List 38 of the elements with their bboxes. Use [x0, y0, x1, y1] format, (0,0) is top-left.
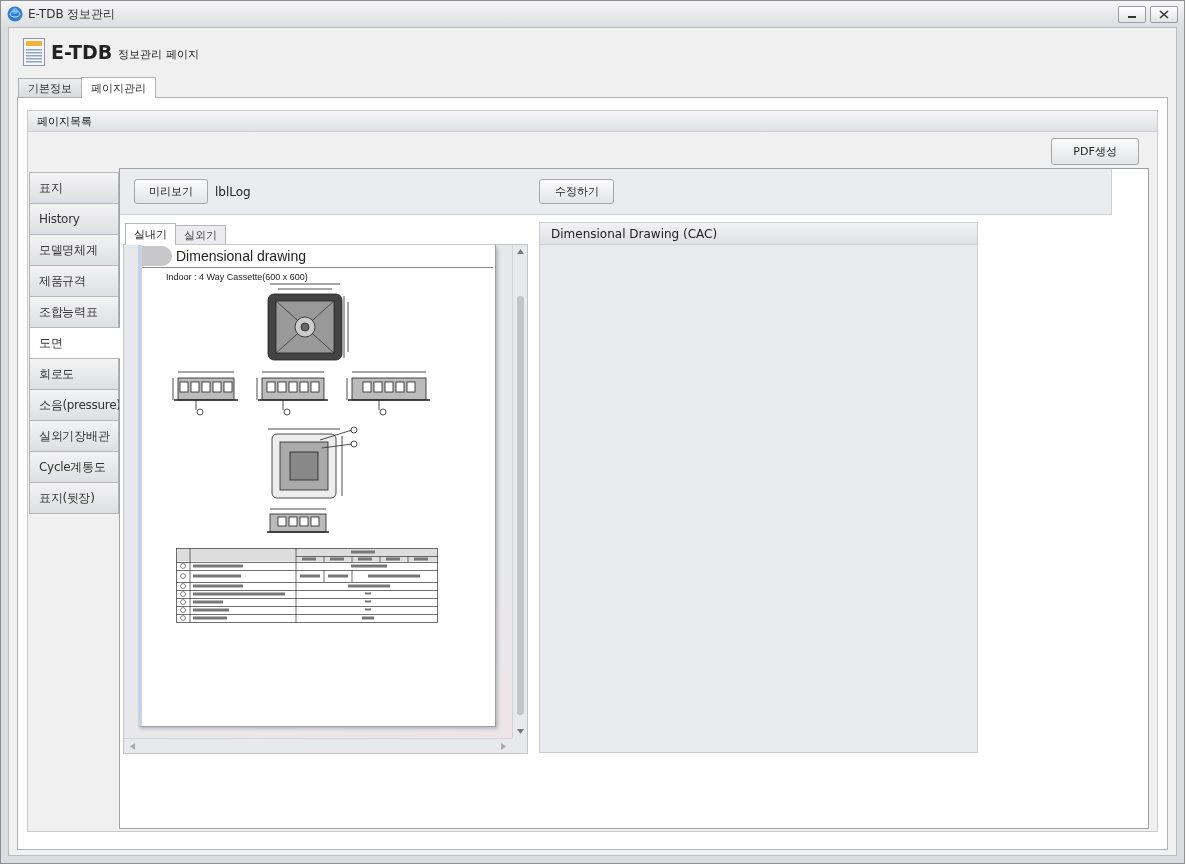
pdf-button[interactable]: PDF생성: [1051, 138, 1139, 165]
close-icon[interactable]: [1150, 5, 1178, 23]
down-arrow-icon[interactable]: [516, 729, 524, 734]
scrollbar[interactable]: [512, 245, 527, 738]
document-heading: Dimensional drawing: [176, 248, 306, 264]
tab[interactable]: 실외기: [175, 225, 226, 244]
page-tab[interactable]: 표지: [29, 172, 119, 204]
scrollbar[interactable]: [124, 738, 512, 753]
minimize-icon[interactable]: [1118, 5, 1146, 23]
page-tab[interactable]: 조합능력표: [29, 296, 119, 328]
page-tab[interactable]: 표지(뒷장): [29, 482, 119, 514]
log-label: lblLog: [214, 184, 252, 199]
globe-icon: [7, 6, 23, 22]
tab[interactable]: 기본정보: [18, 78, 82, 97]
page-tab[interactable]: 제품규격: [29, 265, 119, 297]
page-subtitle: 정보관리 페이지: [118, 46, 199, 62]
scrollbar-thumb[interactable]: [516, 296, 524, 715]
right-arrow-icon[interactable]: [501, 742, 506, 750]
page-tab[interactable]: 모델명체계: [29, 234, 119, 266]
page-tab[interactable]: 실외기장배관: [29, 420, 119, 452]
page-tab[interactable]: 회로도: [29, 358, 119, 390]
left-arrow-icon[interactable]: [130, 742, 135, 750]
tab[interactable]: 페이지관리: [81, 77, 156, 98]
document-icon: [23, 38, 45, 66]
page-tab[interactable]: History: [29, 203, 119, 235]
document-subtitle: Indoor : 4 Way Cassette(600 x 600): [165, 271, 309, 282]
page-tab[interactable]: 소음(pressure): [29, 389, 119, 421]
up-arrow-icon[interactable]: [516, 249, 524, 254]
page-title: E-TDB: [51, 41, 113, 63]
panel-header: Dimensional Drawing (CAC): [540, 223, 977, 245]
edit-button[interactable]: 수정하기: [539, 179, 614, 204]
tab[interactable]: 실내기: [125, 223, 176, 245]
page-tab[interactable]: 도면: [29, 327, 120, 359]
window-title: E-TDB 정보관리: [28, 5, 116, 23]
heading-tab-icon: [142, 246, 172, 266]
group-header: 페이지목록: [28, 111, 1157, 132]
preview-button[interactable]: 미리보기: [134, 179, 208, 204]
page-tab[interactable]: Cycle계통도: [29, 451, 119, 483]
